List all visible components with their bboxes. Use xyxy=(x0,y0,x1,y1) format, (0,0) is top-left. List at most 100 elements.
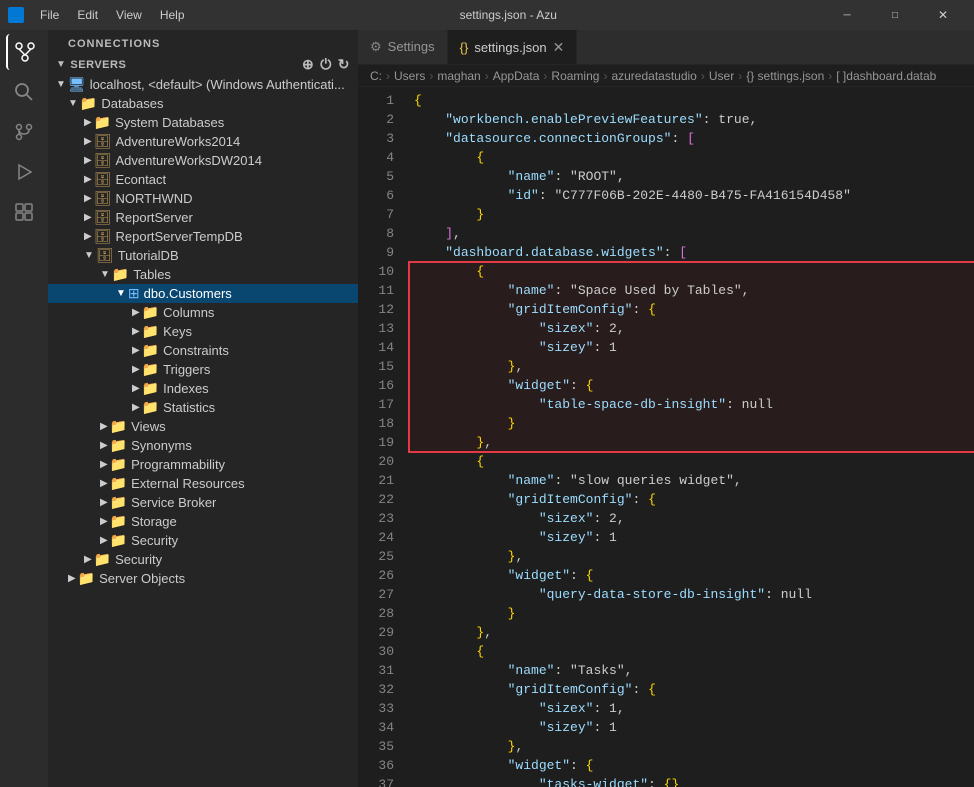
tree-item-columns[interactable]: ▶ 📁 Columns xyxy=(48,303,358,322)
menu-help[interactable]: Help xyxy=(152,6,193,24)
menu-file[interactable]: File xyxy=(32,6,67,24)
synonyms-label: Synonyms xyxy=(131,438,192,453)
line-number-2: 2 xyxy=(358,110,394,129)
tab-close-icon[interactable]: ✕ xyxy=(553,40,565,54)
code-line-21: "name": "slow queries widget", xyxy=(410,471,974,490)
code-line-5: "name": "ROOT", xyxy=(410,167,974,186)
econtact-label: Econtact xyxy=(115,172,166,187)
sep4: › xyxy=(543,69,547,83)
tree-item-reportservertmp[interactable]: ▶ 🗄 ReportServerTempDB xyxy=(48,227,358,246)
tab-settings-json[interactable]: {} settings.json ✕ xyxy=(448,30,578,64)
breadcrumb-user[interactable]: User xyxy=(709,69,734,83)
tree-item-reportserver[interactable]: ▶ 🗄 ReportServer xyxy=(48,208,358,227)
tree-item-tutorialdb[interactable]: ▼ 🗄 TutorialDB xyxy=(48,246,358,265)
tables-chevron: ▼ xyxy=(100,269,110,280)
disconnect-icon[interactable]: ⏻ xyxy=(320,56,332,73)
line-number-37: 37 xyxy=(358,775,394,787)
tree-item-databases[interactable]: ▼ 📁 Databases xyxy=(48,94,358,113)
db-icon-aw2014: 🗄 xyxy=(94,133,112,150)
tree-item-awdw2014[interactable]: ▶ 🗄 AdventureWorksDW2014 xyxy=(48,151,358,170)
minimize-button[interactable]: ─ xyxy=(824,0,870,30)
tree-item-synonyms[interactable]: ▶ 📁 Synonyms xyxy=(48,436,358,455)
window-title: settings.json - Azu xyxy=(193,8,824,22)
new-connection-icon[interactable]: ⊕ xyxy=(302,56,314,73)
close-button[interactable]: ✕ xyxy=(920,0,966,30)
line-number-22: 22 xyxy=(358,490,394,509)
tree-item-tables[interactable]: ▼ 📁 Tables xyxy=(48,265,358,284)
breadcrumb-settingsjson[interactable]: {} settings.json xyxy=(746,69,824,83)
table-icon-dbocustomers: ⊞ xyxy=(128,285,140,302)
tree-item-systemdb[interactable]: ▶ 📁 System Databases xyxy=(48,113,358,132)
tree-item-econtact[interactable]: ▶ 🗄 Econtact xyxy=(48,170,358,189)
breadcrumb-users[interactable]: Users xyxy=(394,69,425,83)
code-line-19: }, xyxy=(410,433,974,452)
folder-icon-keys: 📁 xyxy=(142,323,159,340)
activity-icon-connections[interactable] xyxy=(6,34,42,70)
maximize-button[interactable]: □ xyxy=(872,0,918,30)
breadcrumb-azuredatastudio[interactable]: azuredatastudio xyxy=(611,69,696,83)
tree-item-indexes[interactable]: ▶ 📁 Indexes xyxy=(48,379,358,398)
activity-icon-search[interactable] xyxy=(6,74,42,110)
views-label: Views xyxy=(131,419,165,434)
activity-icon-run[interactable] xyxy=(6,154,42,190)
tree-item-triggers[interactable]: ▶ 📁 Triggers xyxy=(48,360,358,379)
tree-item-localhost[interactable]: ▼ 🖥 localhost, <default> (Windows Authen… xyxy=(48,75,358,94)
title-bar: File Edit View Help settings.json - Azu … xyxy=(0,0,974,30)
breadcrumb-dashboard[interactable]: [ ]dashboard.datab xyxy=(836,69,936,83)
tree-item-aw2014[interactable]: ▶ 🗄 AdventureWorks2014 xyxy=(48,132,358,151)
code-line-16: "widget": { xyxy=(410,376,974,395)
folder-icon-triggers: 📁 xyxy=(142,361,159,378)
code-line-9: "dashboard.database.widgets": [ xyxy=(410,243,974,262)
code-line-31: "name": "Tasks", xyxy=(410,661,974,680)
tree-item-externalresources[interactable]: ▶ 📁 External Resources xyxy=(48,474,358,493)
line-number-14: 14 xyxy=(358,338,394,357)
breadcrumb-appdata[interactable]: AppData xyxy=(493,69,540,83)
tree-item-programmability[interactable]: ▶ 📁 Programmability xyxy=(48,455,358,474)
activity-icon-source-control[interactable] xyxy=(6,114,42,150)
tree-item-views[interactable]: ▶ 📁 Views xyxy=(48,417,358,436)
servers-chevron: ▼ xyxy=(56,59,66,70)
line-numbers: 1234567891011121314151617181920212223242… xyxy=(358,87,402,787)
activity-icon-extensions[interactable] xyxy=(6,194,42,230)
code-lines[interactable]: { "workbench.enablePreviewFeatures": tru… xyxy=(402,87,974,787)
line-number-15: 15 xyxy=(358,357,394,376)
tab-settings-label: Settings xyxy=(388,39,435,54)
menu-bar: File Edit View Help xyxy=(32,6,193,24)
code-line-6: "id": "C777F06B-202E-4480-B475-FA416154D… xyxy=(410,186,974,205)
databases-chevron: ▼ xyxy=(68,98,78,109)
tree-item-dbocustomers[interactable]: ▼ ⊞ dbo.Customers xyxy=(48,284,358,303)
tree-item-constraints[interactable]: ▶ 📁 Constraints xyxy=(48,341,358,360)
localhost-chevron: ▼ xyxy=(56,79,66,90)
code-line-20: { xyxy=(410,452,974,471)
tree-item-statistics[interactable]: ▶ 📁 Statistics xyxy=(48,398,358,417)
server-actions: ⊕ ⏻ ↻ xyxy=(302,56,350,73)
code-editor[interactable]: 1234567891011121314151617181920212223242… xyxy=(358,87,974,787)
breadcrumb-maghan[interactable]: maghan xyxy=(437,69,480,83)
reportservertmp-label: ReportServerTempDB xyxy=(115,229,242,244)
line-number-26: 26 xyxy=(358,566,394,585)
tree-item-security2[interactable]: ▶ 📁 Security xyxy=(48,550,358,569)
tree-item-security1[interactable]: ▶ 📁 Security xyxy=(48,531,358,550)
line-number-28: 28 xyxy=(358,604,394,623)
tree-item-servicebroker[interactable]: ▶ 📁 Service Broker xyxy=(48,493,358,512)
menu-edit[interactable]: Edit xyxy=(69,6,106,24)
econtact-chevron: ▶ xyxy=(84,174,92,185)
tree-item-serverobjects[interactable]: ▶ 📁 Server Objects xyxy=(48,569,358,588)
views-chevron: ▶ xyxy=(100,421,108,432)
breadcrumb-c[interactable]: C: xyxy=(370,69,382,83)
menu-view[interactable]: View xyxy=(108,6,150,24)
db-icon-reportserver: 🗄 xyxy=(94,209,112,226)
servers-label: SERVERS xyxy=(70,59,126,71)
code-line-32: "gridItemConfig": { xyxy=(410,680,974,699)
sidebar-header: CONNECTIONS xyxy=(48,30,358,54)
refresh-icon[interactable]: ↻ xyxy=(338,56,350,73)
servers-section-header[interactable]: ▼ SERVERS ⊕ ⏻ ↻ xyxy=(48,54,358,75)
tree-item-northwnd[interactable]: ▶ 🗄 NORTHWND xyxy=(48,189,358,208)
line-number-24: 24 xyxy=(358,528,394,547)
code-line-17: "table-space-db-insight": null xyxy=(410,395,974,414)
tree-item-keys[interactable]: ▶ 📁 Keys xyxy=(48,322,358,341)
tab-settings[interactable]: ⚙ Settings xyxy=(358,30,448,64)
serverobjects-label: Server Objects xyxy=(99,571,185,586)
tree-item-storage[interactable]: ▶ 📁 Storage xyxy=(48,512,358,531)
breadcrumb-roaming[interactable]: Roaming xyxy=(551,69,599,83)
